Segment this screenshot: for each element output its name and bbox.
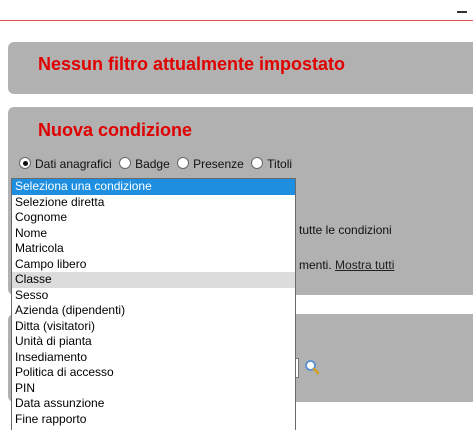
dropdown-option[interactable]: Insediamento: [12, 350, 295, 366]
active-filter-title: Nessun filtro attualmente impostato: [38, 54, 346, 74]
show-all-prefix: menti.: [299, 258, 332, 272]
conditions-text-fragment: tutte le condizioni: [299, 223, 392, 237]
dropdown-option[interactable]: Cognome: [12, 210, 295, 226]
radio-button-checked[interactable]: [19, 157, 31, 169]
new-condition-title: Nuova condizione: [38, 120, 193, 140]
dropdown-option[interactable]: Seleziona una condizione: [12, 179, 295, 195]
radio-button[interactable]: [251, 157, 264, 169]
search-icon[interactable]: [304, 359, 320, 375]
dropdown-option[interactable]: Classe: [12, 272, 295, 288]
show-all-link[interactable]: Mostra tutti: [335, 258, 394, 272]
dropdown-option[interactable]: Sesso: [12, 288, 295, 304]
dropdown-option[interactable]: Nome: [12, 226, 295, 242]
condition-dropdown-list[interactable]: Seleziona una condizione Selezione dirett…: [11, 178, 296, 430]
dropdown-option[interactable]: Selezione diretta: [12, 195, 295, 211]
active-filter-panel: Nessun filtro attualmente impostato: [8, 42, 473, 94]
show-all-row: menti. Mostra tutti: [299, 258, 394, 272]
dropdown-option[interactable]: Campo libero: [12, 257, 295, 273]
radio-titoli[interactable]: Titoli: [251, 157, 292, 171]
dropdown-option[interactable]: Ditta (visitatori): [12, 319, 295, 335]
dropdown-option[interactable]: Unità di pianta: [12, 334, 295, 350]
dropdown-option[interactable]: Fine rapporto: [12, 412, 295, 428]
radio-badge[interactable]: Badge: [119, 157, 170, 171]
radio-dati-anagrafici[interactable]: Dati anagrafici: [19, 157, 112, 171]
dropdown-option[interactable]: Politica di accesso: [12, 365, 295, 381]
dropdown-option[interactable]: Data assunzione: [12, 396, 295, 412]
radio-button[interactable]: [177, 157, 190, 169]
radio-button[interactable]: [119, 157, 132, 169]
dropdown-option[interactable]: PIN: [12, 381, 295, 397]
top-divider: [0, 20, 473, 21]
dropdown-option[interactable]: Azienda (dipendenti): [12, 303, 295, 319]
condition-category-radios: Dati anagrafici Badge Presenze Titoli: [19, 157, 296, 171]
minimize-mark: [457, 11, 467, 13]
radio-presenze[interactable]: Presenze: [177, 157, 244, 171]
dropdown-option[interactable]: Matricola: [12, 241, 295, 257]
